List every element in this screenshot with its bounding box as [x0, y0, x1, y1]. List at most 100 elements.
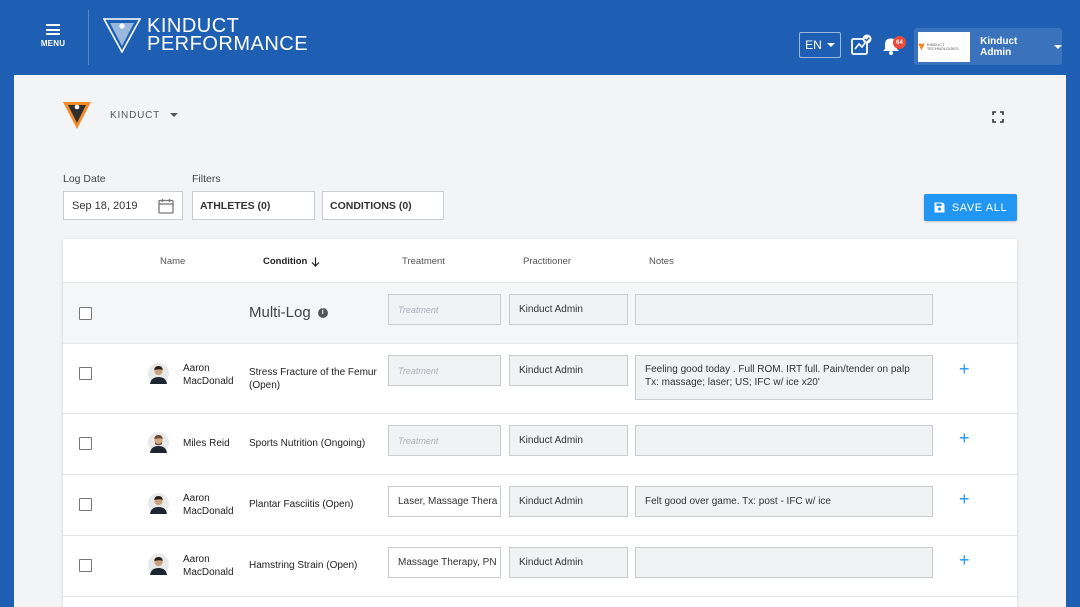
column-header-condition[interactable]: Condition [263, 256, 320, 267]
log-table: Name Condition Treatment Practitioner No… [63, 239, 1017, 607]
condition-line-1: Stress Fracture of the Femur [249, 367, 377, 378]
fullscreen-icon[interactable] [992, 111, 1004, 123]
menu-label: MENU [40, 39, 66, 48]
practitioner-select[interactable]: Kinduct Admin [509, 355, 628, 386]
row-checkbox[interactable] [79, 559, 92, 572]
practitioner-select[interactable]: Kinduct Admin [509, 547, 628, 578]
condition-cell: Sports Nutrition (Ongoing) [249, 438, 365, 451]
info-icon[interactable]: i [317, 307, 328, 318]
row-checkbox[interactable] [79, 367, 92, 380]
filters-label: Filters [192, 173, 221, 185]
treatment-input[interactable]: Treatment [388, 425, 501, 456]
athlete-first-name: Miles Reid [183, 438, 230, 449]
athlete-first-name: Aaron [183, 554, 210, 565]
multi-log-row: Multi-Log i Treatment Kinduct Admin [63, 282, 1017, 343]
chevron-down-icon [170, 113, 179, 117]
add-entry-button[interactable]: + [959, 551, 970, 569]
notification-badge: 64 [893, 36, 906, 49]
athlete-first-name: Aaron [183, 363, 210, 374]
practitioner-select[interactable]: Kinduct Admin [509, 486, 628, 517]
table-row: Aaron MacDonald Plantar Fasciitis (Open)… [63, 474, 1017, 535]
table-row [63, 596, 1017, 607]
brand-logo[interactable]: KINDUCT PERFORMANCE [103, 16, 309, 55]
notes-input[interactable] [635, 294, 933, 325]
athlete-first-name: Aaron [183, 493, 210, 504]
condition-cell: Stress Fracture of the Femur (Open) [249, 367, 377, 392]
notes-input[interactable] [635, 547, 933, 578]
brand-line-2: PERFORMANCE [147, 33, 309, 55]
row-checkbox[interactable] [79, 498, 92, 511]
athlete-avatar [148, 493, 169, 514]
column-header-treatment[interactable]: Treatment [402, 256, 445, 267]
conditions-filter-button[interactable]: CONDITIONS (0) [322, 191, 444, 220]
condition-line-1: Sports Nutrition (Ongoing) [249, 438, 366, 449]
tasks-check-icon[interactable] [850, 34, 872, 56]
treatment-input[interactable]: Laser, Massage Thera [388, 486, 501, 517]
athlete-last-name: MacDonald [183, 375, 234, 387]
content-panel: KINDUCT Log Date Sep 18, 2019 Filters AT… [14, 75, 1066, 607]
athlete-last-name: MacDonald [183, 566, 234, 578]
multi-log-title: Multi-Log i [249, 304, 328, 321]
row-checkbox[interactable] [79, 437, 92, 450]
language-select[interactable]: EN [799, 32, 841, 58]
floppy-disk-icon [934, 202, 945, 213]
column-header-name[interactable]: Name [160, 256, 185, 267]
column-header-condition-label: Condition [263, 256, 308, 267]
multi-log-label: Multi-Log [249, 304, 311, 321]
save-all-label: SAVE ALL [951, 201, 1008, 214]
condition-line-2: (Open) [249, 379, 281, 391]
notes-input[interactable]: Felt good over game. Tx: post - IFC w/ i… [635, 486, 933, 517]
condition-line-1: Plantar Fasciitis (Open) [249, 499, 354, 510]
notes-input[interactable] [635, 425, 933, 456]
log-date-input[interactable]: Sep 18, 2019 [63, 191, 183, 220]
practitioner-select[interactable]: Kinduct Admin [509, 294, 628, 325]
treatment-input[interactable]: Massage Therapy, PN [388, 547, 501, 578]
company-logo-text: KINDUCT TECHNOLOGIES [926, 41, 959, 51]
user-name: Kinduct Admin [980, 35, 1018, 58]
add-entry-button[interactable]: + [959, 490, 970, 508]
column-header-practitioner[interactable]: Practitioner [523, 256, 571, 267]
add-entry-button[interactable]: + [959, 360, 970, 378]
condition-cell: Plantar Fasciitis (Open) [249, 499, 353, 512]
menu-button[interactable]: MENU [38, 24, 68, 48]
treatment-input[interactable]: Treatment [388, 294, 501, 325]
athlete-name[interactable]: Aaron MacDonald [183, 554, 234, 579]
athlete-avatar [148, 363, 169, 384]
top-bar: MENU KINDUCT PERFORMANCE EN 64 KINDUCT T… [0, 0, 1080, 75]
kinduct-org-logo-icon [63, 102, 91, 129]
log-date-value: Sep 18, 2019 [72, 199, 138, 212]
organization-name: KINDUCT [110, 109, 161, 121]
treatment-input[interactable]: Treatment [388, 355, 501, 386]
table-row: Miles Reid Sports Nutrition (Ongoing) Tr… [63, 413, 1017, 474]
athlete-avatar [148, 554, 169, 575]
notes-input[interactable]: Feeling good today . Full ROM. IRT full.… [635, 355, 933, 400]
chevron-down-icon [1054, 44, 1062, 49]
sort-arrow-down-icon [311, 257, 320, 267]
row-checkbox[interactable] [79, 307, 92, 320]
column-header-notes[interactable]: Notes [649, 256, 674, 267]
condition-cell: Hamstring Strain (Open) [249, 560, 357, 573]
condition-line-1: Hamstring Strain (Open) [249, 560, 358, 571]
athlete-name[interactable]: Miles Reid [183, 438, 230, 451]
table-row: Aaron MacDonald Stress Fracture of the F… [63, 343, 1017, 413]
athletes-filter-button[interactable]: ATHLETES (0) [192, 191, 315, 220]
hamburger-icon [46, 24, 60, 35]
save-all-button[interactable]: SAVE ALL [924, 194, 1017, 221]
user-menu[interactable]: KINDUCT TECHNOLOGIES Kinduct Admin [914, 28, 1062, 65]
athlete-avatar [148, 432, 169, 453]
athlete-name[interactable]: Aaron MacDonald [183, 493, 234, 518]
athlete-name[interactable]: Aaron MacDonald [183, 363, 234, 388]
kinduct-logo-icon [103, 18, 141, 53]
athlete-last-name: MacDonald [183, 505, 234, 517]
table-row: Aaron MacDonald Hamstring Strain (Open) … [63, 535, 1017, 596]
practitioner-select[interactable]: Kinduct Admin [509, 425, 628, 456]
calendar-icon[interactable] [158, 198, 174, 214]
company-logo: KINDUCT TECHNOLOGIES [918, 31, 971, 62]
language-value: EN [805, 38, 822, 52]
add-entry-button[interactable]: + [959, 429, 970, 447]
log-date-label: Log Date [63, 173, 106, 185]
kinduct-mini-logo-icon [918, 43, 925, 50]
organization-selector[interactable]: KINDUCT [62, 100, 179, 130]
chevron-down-icon [826, 43, 835, 47]
header-divider [88, 10, 89, 65]
